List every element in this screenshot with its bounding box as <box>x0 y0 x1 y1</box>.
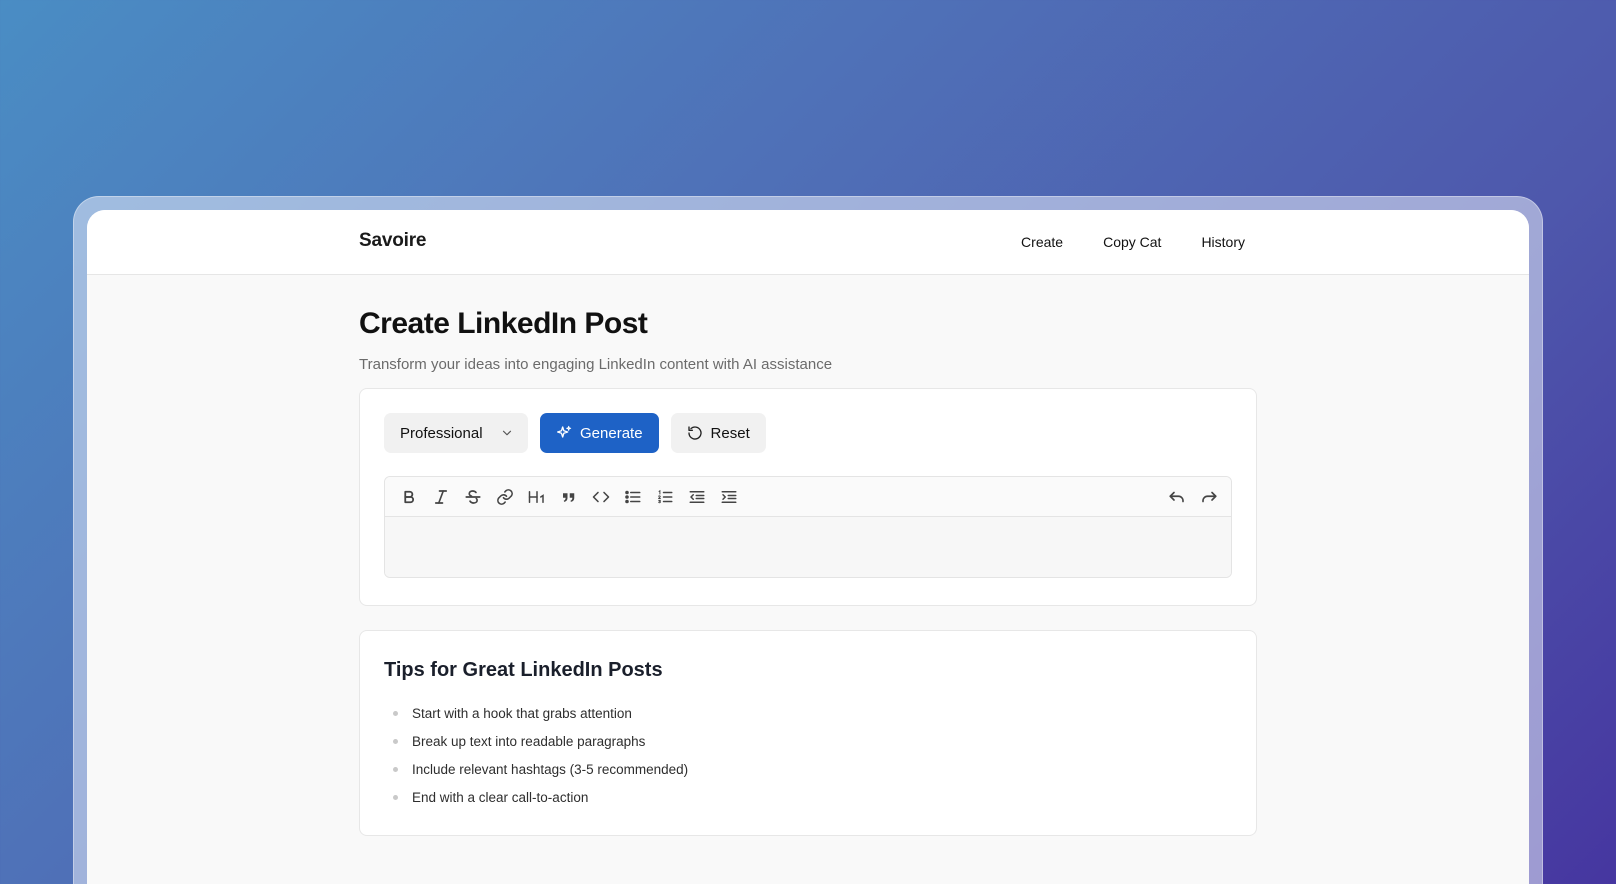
generate-label: Generate <box>580 424 643 442</box>
reset-button[interactable]: Reset <box>670 413 766 453</box>
ordered-list-icon[interactable] <box>649 482 681 512</box>
strikethrough-icon[interactable] <box>457 482 489 512</box>
undo-icon[interactable] <box>1161 482 1193 512</box>
bullet-dot <box>393 710 398 716</box>
sparkles-icon <box>556 425 572 441</box>
editor-toolbar <box>385 477 1231 517</box>
nav-history[interactable]: History <box>1201 234 1245 250</box>
reset-label: Reset <box>710 424 750 442</box>
link-icon[interactable] <box>489 482 521 512</box>
tip-text: End with a clear call-to-action <box>412 789 589 805</box>
history-controls <box>1161 482 1225 512</box>
rotate-ccw-icon <box>687 425 703 441</box>
app-window: Savoire Create Copy Cat History Create L… <box>87 210 1529 884</box>
brand-logo[interactable]: Savoire <box>359 230 426 252</box>
list-item: End with a clear call-to-action <box>384 783 688 811</box>
tip-text: Start with a hook that grabs attention <box>412 705 632 721</box>
composer-controls: Professional Generate Reset <box>384 413 766 453</box>
tip-text: Include relevant hashtags (3-5 recommend… <box>412 761 689 777</box>
tips-card: Tips for Great LinkedIn Posts Start with… <box>359 630 1257 836</box>
bullet-list-icon[interactable] <box>617 482 649 512</box>
rich-text-editor <box>384 476 1232 578</box>
tone-select[interactable]: Professional <box>384 413 528 453</box>
nav-create[interactable]: Create <box>1021 234 1063 250</box>
outdent-icon[interactable] <box>681 482 713 512</box>
bullet-dot <box>393 794 398 800</box>
italic-icon[interactable] <box>425 482 457 512</box>
tip-text: Break up text into readable paragraphs <box>412 733 646 749</box>
editor-content-area[interactable] <box>385 517 1231 577</box>
redo-icon[interactable] <box>1193 482 1225 512</box>
indent-icon[interactable] <box>713 482 745 512</box>
page-subtitle: Transform your ideas into engaging Linke… <box>359 356 833 373</box>
main-nav: Create Copy Cat History <box>1021 234 1245 250</box>
tone-select-value: Professional <box>400 424 483 442</box>
nav-copy-cat[interactable]: Copy Cat <box>1103 234 1161 250</box>
bullet-dot <box>393 738 398 744</box>
quote-icon[interactable] <box>553 482 585 512</box>
tips-list: Start with a hook that grabs attention B… <box>384 699 688 811</box>
chevron-down-icon <box>500 426 514 440</box>
bold-icon[interactable] <box>393 482 425 512</box>
post-composer-card: Professional Generate Reset <box>359 388 1257 606</box>
top-navigation-bar: Savoire Create Copy Cat History <box>87 210 1529 275</box>
generate-button[interactable]: Generate <box>540 413 659 453</box>
tips-title: Tips for Great LinkedIn Posts <box>384 659 663 681</box>
list-item: Start with a hook that grabs attention <box>384 699 688 727</box>
page-title: Create LinkedIn Post <box>359 307 648 340</box>
code-icon[interactable] <box>585 482 617 512</box>
list-item: Break up text into readable paragraphs <box>384 727 688 755</box>
list-item: Include relevant hashtags (3-5 recommend… <box>384 755 688 783</box>
heading-icon[interactable] <box>521 482 553 512</box>
bullet-dot <box>393 766 398 772</box>
